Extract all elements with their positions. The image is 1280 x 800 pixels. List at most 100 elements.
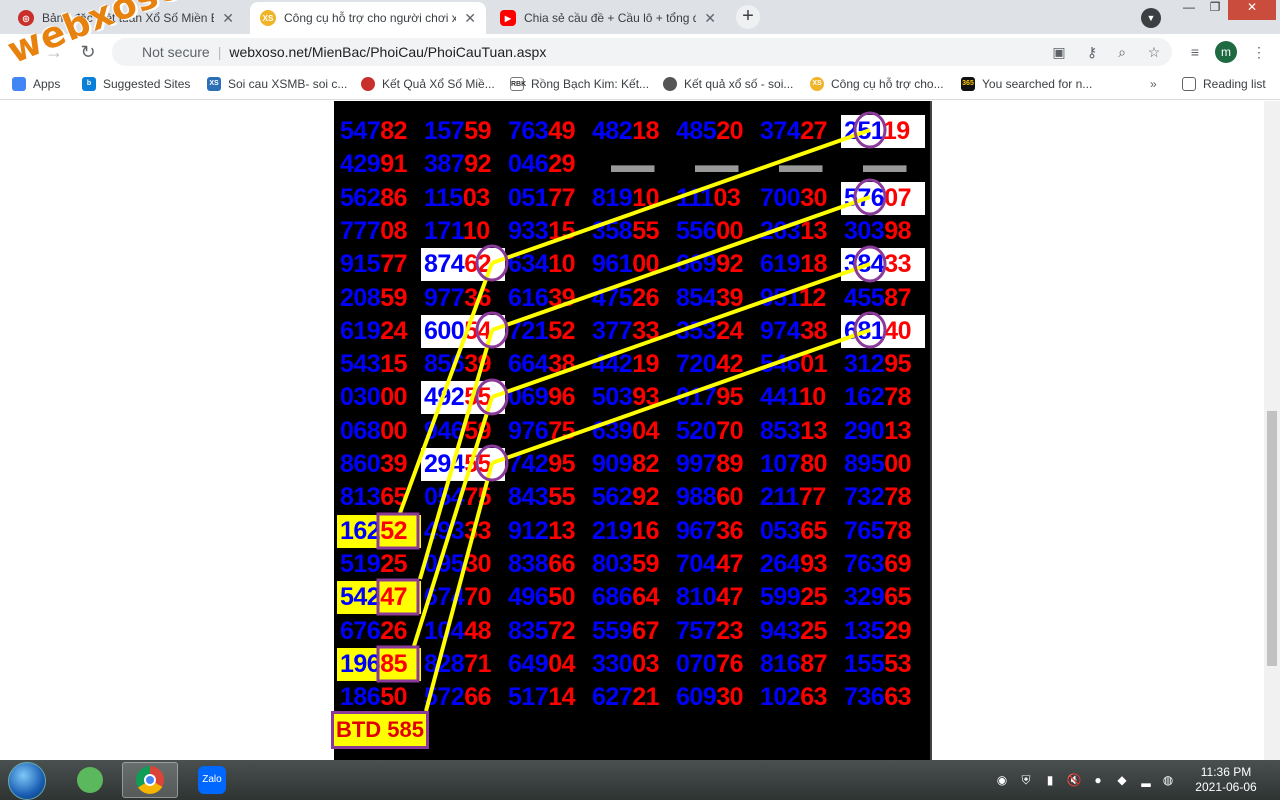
bookmark-rong-bach-kim[interactable]: RBK Rồng Bạch Kim: Kết... — [510, 77, 649, 91]
xs-coin-icon: XS — [260, 10, 276, 26]
minimize-button[interactable]: — — [1176, 0, 1202, 20]
device-icon[interactable]: ▮ — [1042, 772, 1058, 788]
globe-tray-icon[interactable]: ◍ — [1160, 772, 1176, 788]
grid-cell: 85439 — [676, 283, 744, 312]
grid-cell: 55967 — [592, 616, 660, 645]
grid-cell: 82871 — [424, 649, 492, 678]
new-tab-button[interactable]: + — [736, 5, 760, 29]
shield-icon[interactable]: ⛨ — [1018, 772, 1034, 788]
tab-title: Chia sẻ cầu đề + Cầu lô + tổng đề — [524, 11, 697, 25]
bookmark-apps[interactable]: Apps — [12, 77, 60, 91]
reading-list-button[interactable]: Reading list — [1182, 77, 1266, 91]
grid-cell: 61639 — [508, 283, 576, 312]
grid-cell: 64904 — [508, 649, 576, 678]
grid-cell: 96736 — [676, 516, 744, 545]
grid-row: 86039 29455 74295 90982 99789 10780 89500 — [337, 448, 929, 481]
grid-cell: 32965 — [844, 583, 912, 612]
bookmark-ket-qua-xo-so[interactable]: Kết quả xổ số - soi... — [663, 77, 793, 91]
network-icon[interactable]: ● — [1090, 772, 1106, 788]
zoom-icon[interactable]: ⌕ — [1113, 43, 1131, 61]
grid-cell: 76369 — [844, 549, 912, 578]
grid-cell: 80359 — [592, 549, 660, 578]
grid-cell: 09530 — [424, 549, 492, 578]
rbk-icon: RBK — [510, 77, 526, 91]
tab-cong-cu[interactable]: XS Công cụ hỗ trợ cho người chơi xổ số ✕ — [250, 2, 486, 34]
scrollbar-thumb[interactable] — [1267, 411, 1277, 666]
grid-row: 91577 87462 63410 96100 66992 61918 38433 — [337, 248, 929, 282]
grid-cell: 96100 — [592, 250, 660, 279]
signal-icon[interactable]: ▂ — [1138, 772, 1154, 788]
tab-chia-se[interactable]: ▶ Chia sẻ cầu đề + Cầu lô + tổng đề ✕ — [490, 2, 726, 34]
browser-toolbar: ← → ↻ Not secure | webxoso.net/MienBac/P… — [0, 34, 1280, 70]
volume-muted-icon[interactable]: 🔇 — [1066, 772, 1082, 788]
app-tray-icon[interactable]: ◆ — [1114, 772, 1130, 788]
grid-cell: 15553 — [844, 649, 912, 678]
address-bar[interactable]: Not secure | webxoso.net/MienBac/PhoiCau… — [112, 38, 1172, 66]
grid-cell: 44110 — [760, 383, 826, 412]
grid-cell: 37733 — [592, 316, 660, 345]
grid-cell: 03000 — [340, 383, 408, 412]
grid-row: 61924 60054 72152 37733 35324 97438 68140 — [337, 314, 929, 348]
grid-cell: 70447 — [676, 549, 744, 578]
more-bookmarks-button[interactable]: » — [1150, 77, 1157, 91]
grid-cell: 66992 — [676, 250, 744, 279]
grid-cell: 97675 — [508, 416, 576, 445]
grid-row: 67626 10448 83572 55967 75723 94325 13529 — [337, 615, 929, 648]
taskbar-app-green[interactable] — [62, 762, 118, 798]
grid-cell: 05475 — [424, 483, 492, 512]
start-button[interactable] — [8, 762, 46, 800]
menu-icon[interactable]: ⋮ — [1250, 43, 1268, 61]
bookmark-cong-cu[interactable]: XS Công cụ hỗ trợ cho... — [810, 77, 944, 91]
grid-cell: 45587 — [844, 283, 912, 312]
reading-list-label: Reading list — [1203, 77, 1266, 91]
grid-cell: 49650 — [508, 583, 576, 612]
star-icon[interactable]: ☆ — [1145, 43, 1163, 61]
grid-cell: 21916 — [592, 516, 660, 545]
maximize-button[interactable]: ❐ — [1202, 0, 1228, 20]
grid-cell: 37427 — [760, 117, 828, 145]
grid-cell: ▬▬ — [695, 152, 739, 178]
xs-coin-icon: XS — [810, 77, 824, 91]
bookmark-ket-qua[interactable]: Kết Quả Xổ Số Miề... — [361, 77, 495, 91]
grid-cell: 97438 — [760, 316, 828, 345]
avatar[interactable]: m — [1215, 41, 1237, 63]
grid-cell: 49255 — [421, 381, 505, 415]
zalo-tray-icon[interactable]: ◉ — [994, 772, 1010, 788]
cast-icon[interactable]: ▣ — [1050, 43, 1068, 61]
url-text[interactable]: webxoso.net/MienBac/PhoiCau/PhoiCauTuan.… — [229, 44, 546, 60]
close-window-button[interactable]: ✕ — [1228, 0, 1276, 20]
grid-cell: 81047 — [676, 583, 744, 612]
close-icon[interactable]: ✕ — [464, 10, 476, 27]
scrollbar[interactable] — [1264, 101, 1280, 760]
bookmark-label: Kết quả xổ số - soi... — [684, 77, 794, 91]
close-icon[interactable]: ✕ — [704, 10, 716, 27]
bookmark-suggested-sites[interactable]: b Suggested Sites — [82, 77, 190, 91]
reading-list-icon — [1182, 77, 1196, 91]
grid-cell: 57607 — [841, 181, 925, 215]
close-icon[interactable]: ✕ — [222, 10, 234, 27]
media-icon[interactable]: ≡ — [1186, 43, 1204, 61]
bookmark-soi-cau[interactable]: XS Soi cau XSMB- soi c... — [207, 77, 347, 91]
key-icon[interactable]: ⚷ — [1083, 43, 1101, 61]
grid-cell: 38433 — [841, 248, 925, 282]
security-label[interactable]: Not secure — [142, 44, 210, 60]
grid-cell: 17110 — [424, 216, 490, 245]
grid-cell: 90982 — [592, 450, 660, 478]
tab-search-icon[interactable]: ▼ — [1141, 8, 1161, 28]
bookmark-label: Công cụ hỗ trợ cho... — [831, 77, 944, 91]
grid-cell: 84355 — [508, 483, 576, 512]
grid-cell: 06800 — [340, 416, 408, 445]
grid-cell: ▬▬ — [611, 152, 655, 178]
grid-cell: 44219 — [592, 350, 660, 379]
taskbar-zalo[interactable]: Zalo — [184, 762, 240, 798]
grid-cell: 07076 — [676, 649, 744, 678]
grid-cell: 06996 — [508, 383, 576, 412]
grid-row: 16252 49333 91213 21916 96736 05365 76578 — [337, 514, 929, 548]
taskbar-chrome[interactable] — [122, 762, 178, 798]
system-clock[interactable]: 11:36 PM 2021-06-06 — [1186, 765, 1266, 795]
grid-row: 54315 85639 66438 44219 72042 54601 31295 — [337, 348, 929, 381]
bookmark-label: Soi cau XSMB- soi c... — [228, 77, 348, 91]
bookmark-you-searched[interactable]: 365 You searched for n... — [961, 77, 1092, 91]
grid-cell: 61924 — [340, 316, 408, 345]
grid-cell: 50393 — [592, 383, 660, 412]
